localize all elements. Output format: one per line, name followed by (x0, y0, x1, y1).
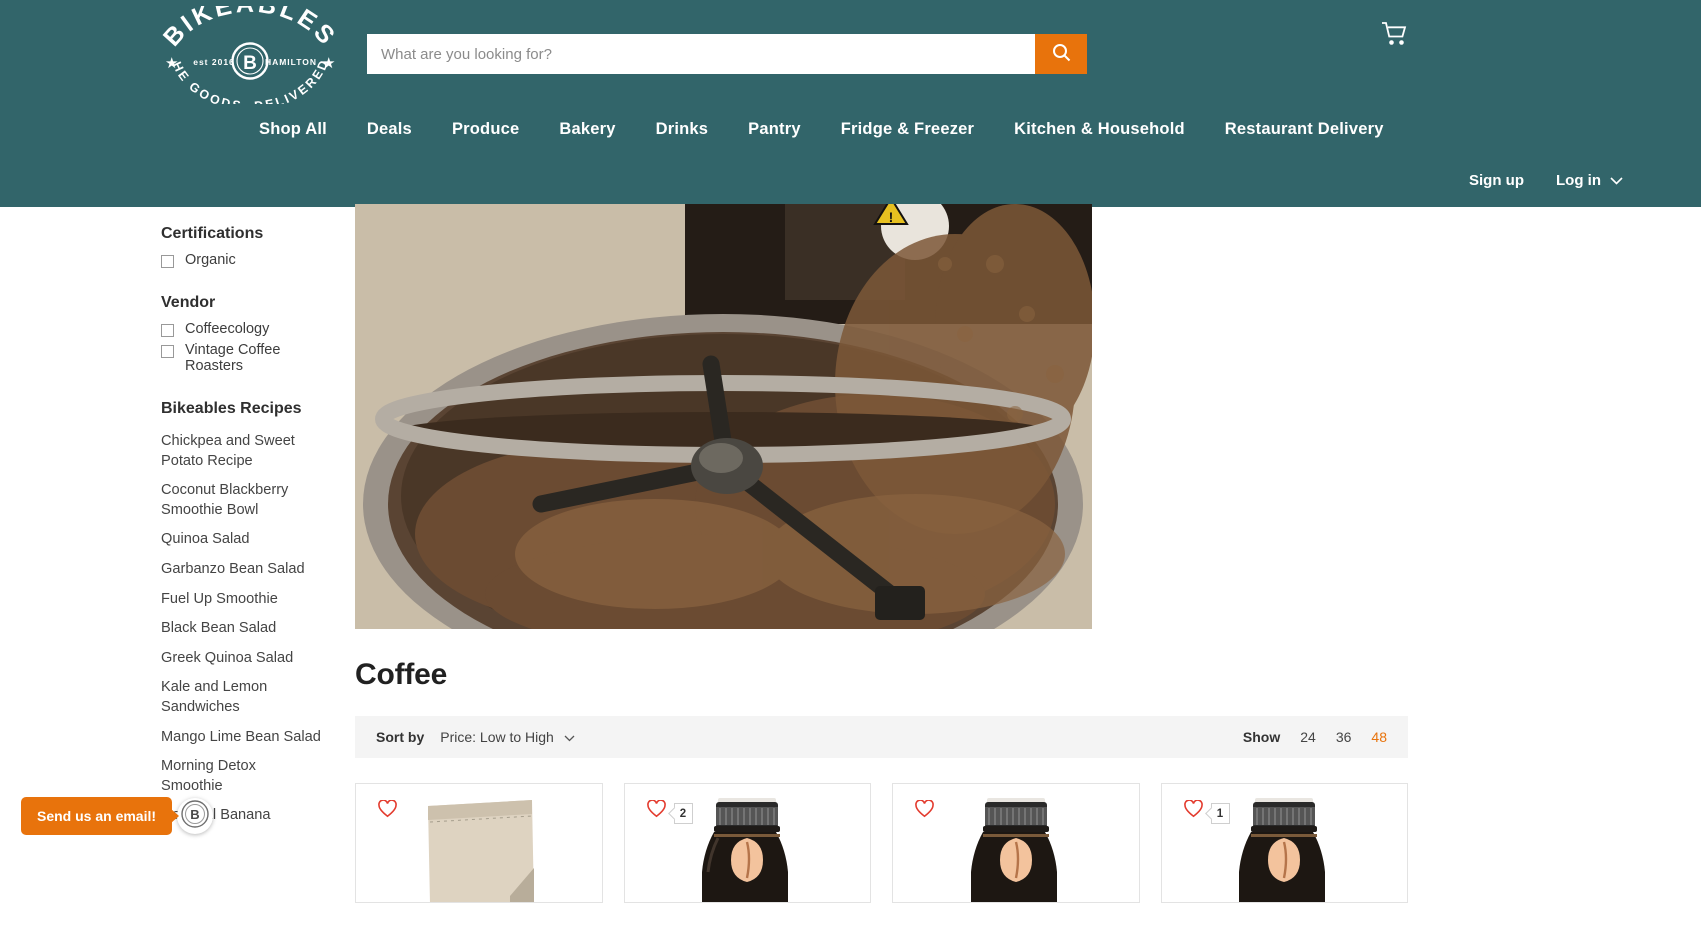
product-count-badge: 2 (673, 803, 693, 824)
site-header: BIKEABLES THE GOODS. DELIVERED. B est 20… (0, 0, 1701, 207)
product-card[interactable] (355, 783, 603, 903)
signup-link[interactable]: Sign up (1469, 172, 1524, 189)
product-grid: 2 1 (355, 783, 1408, 903)
recipes-section: Bikeables Recipes Chickpea and Sweet Pot… (161, 400, 346, 826)
cart-button[interactable] (1377, 18, 1413, 54)
search-input[interactable] (367, 34, 1035, 74)
bikeables-monogram-icon: B (180, 799, 210, 834)
nav-item-fridge-freezer[interactable]: Fridge & Freezer (841, 114, 974, 145)
page-title: Coffee (355, 658, 448, 691)
product-count-badge: 1 (1210, 803, 1230, 824)
checkbox-icon[interactable] (161, 324, 174, 337)
search-icon (1052, 43, 1071, 65)
filter-title: Vendor (161, 294, 216, 311)
sort-by-value: Price: Low to High (440, 729, 554, 745)
chat-widget[interactable]: Send us an email! B (21, 797, 214, 835)
nav-item-produce[interactable]: Produce (452, 114, 519, 145)
search-button[interactable] (1035, 34, 1087, 74)
sort-and-show-bar: Sort by Price: Low to High Show 24 36 48 (355, 716, 1408, 758)
checkbox-icon[interactable] (161, 345, 174, 358)
sort-by-select[interactable]: Price: Low to High (440, 729, 575, 745)
product-image (414, 798, 544, 902)
recipe-link-black-bean-salad[interactable]: Black Bean Salad (161, 619, 346, 639)
nav-item-drinks[interactable]: Drinks (656, 114, 709, 145)
recipe-link-mango-lime-bean-salad[interactable]: Mango Lime Bean Salad (161, 728, 346, 748)
recipe-link-greek-quinoa-salad[interactable]: Greek Quinoa Salad (161, 649, 346, 669)
nav-item-bakery[interactable]: Bakery (559, 114, 615, 145)
show-label: Show (1242, 729, 1281, 745)
wishlist-heart-icon[interactable] (378, 799, 397, 823)
filter-option-organic[interactable]: Organic (161, 252, 346, 268)
hero-image: ! (355, 204, 1092, 629)
filter-group-vendor: Vendor Coffeecology Vintage Coffee Roast… (161, 294, 346, 374)
product-card[interactable]: 2 (623, 783, 871, 903)
chat-bubble-text[interactable]: Send us an email! (21, 797, 180, 835)
recipes-heading: Bikeables Recipes (161, 400, 302, 417)
login-label: Log in (1556, 172, 1601, 189)
recipe-link-coconut-blackberry-smoothie-bowl[interactable]: Coconut Blackberry Smoothie Bowl (161, 481, 311, 520)
header-top-row: BIKEABLES THE GOODS. DELIVERED. B est 20… (0, 0, 1701, 110)
recipe-link-quinoa-salad[interactable]: Quinoa Salad (161, 530, 346, 550)
filter-title: Certifications (161, 225, 264, 242)
login-dropdown[interactable]: Log in (1556, 172, 1623, 189)
recipe-link-kale-lemon-sandwiches[interactable]: Kale and Lemon Sandwiches (161, 678, 281, 717)
svg-text:HAMILTON: HAMILTON (265, 57, 317, 67)
show-option-36[interactable]: 36 (1336, 729, 1352, 745)
svg-text:est 2016: est 2016 (193, 57, 235, 67)
product-image (957, 798, 1075, 902)
shopping-cart-icon (1381, 21, 1409, 52)
filter-option-label: Coffeecology (185, 321, 270, 337)
filter-option-label: Vintage Coffee Roasters (185, 342, 281, 374)
sidebar: Certifications Organic Vendor Coffeecolo… (161, 225, 346, 836)
nav-item-deals[interactable]: Deals (367, 114, 412, 145)
filter-option-label: Organic (185, 252, 236, 268)
nav-item-kitchen-household[interactable]: Kitchen & Household (1014, 114, 1185, 145)
svg-text:★: ★ (322, 55, 335, 72)
sort-by-label: Sort by (376, 729, 425, 745)
product-card[interactable]: 1 (1160, 783, 1408, 903)
page-body: Certifications Organic Vendor Coffeecolo… (0, 204, 1701, 935)
chevron-down-icon (1610, 172, 1623, 189)
show-per-page-group: Show 24 36 48 (1243, 729, 1387, 745)
account-links: Sign up Log in (1469, 172, 1623, 189)
filter-option-coffeecology[interactable]: Coffeecology (161, 321, 346, 337)
svg-text:B: B (243, 53, 257, 74)
site-logo[interactable]: BIKEABLES THE GOODS. DELIVERED. B est 20… (152, 6, 348, 104)
checkbox-icon[interactable] (161, 255, 174, 268)
wishlist-heart-icon[interactable] (1183, 799, 1203, 823)
product-card[interactable] (892, 783, 1140, 903)
recipe-link-fuel-up-smoothie[interactable]: Fuel Up Smoothie (161, 590, 346, 610)
recipe-link-morning-detox-smoothie[interactable]: Morning Detox Smoothie (161, 757, 271, 796)
recipe-link-chickpea-sweet-potato[interactable]: Chickpea and Sweet Potato Recipe (161, 432, 306, 471)
product-image (688, 798, 806, 902)
nav-item-pantry[interactable]: Pantry (748, 114, 801, 145)
svg-text:B: B (190, 807, 199, 822)
show-option-24[interactable]: 24 (1300, 729, 1316, 745)
svg-text:!: ! (889, 209, 894, 225)
svg-text:★: ★ (165, 55, 178, 72)
nav-item-restaurant-delivery[interactable]: Restaurant Delivery (1225, 114, 1384, 145)
recipe-link-garbanzo-bean-salad[interactable]: Garbanzo Bean Salad (161, 560, 346, 580)
main-navigation: Shop All Deals Produce Bakery Drinks Pan… (0, 114, 1701, 145)
search-bar (367, 34, 1087, 74)
wishlist-heart-icon[interactable] (646, 799, 666, 823)
chat-avatar[interactable]: B (177, 798, 214, 834)
filter-option-vintage-coffee-roasters[interactable]: Vintage Coffee Roasters (161, 342, 346, 374)
filter-group-certifications: Certifications Organic (161, 225, 346, 268)
wishlist-heart-icon[interactable] (915, 799, 934, 823)
main-content: ! Coffee Sort by Price: Low to High Show… (355, 204, 1408, 903)
chevron-down-icon (564, 729, 575, 745)
svg-text:BIKEABLES: BIKEABLES (158, 6, 342, 52)
show-option-48[interactable]: 48 (1371, 729, 1387, 745)
product-image (1225, 798, 1343, 902)
nav-item-shop-all[interactable]: Shop All (259, 114, 327, 145)
